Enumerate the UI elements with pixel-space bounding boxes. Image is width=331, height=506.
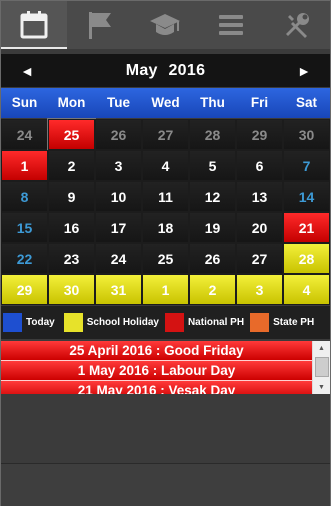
calendar-day[interactable]: 28 [189,119,236,150]
bottom-bar [1,463,330,506]
month-name: May [125,62,158,79]
calendar-day[interactable]: 26 [189,243,236,274]
calendar-day[interactable]: 3 [95,150,142,181]
legend-label: State PH [273,317,315,328]
scroll-up-icon[interactable]: ▲ [313,341,330,355]
tab-calendar[interactable] [1,1,67,49]
state-ph-swatch [250,313,270,332]
calendar-day[interactable]: 16 [48,212,95,243]
holiday-list-scrollbar[interactable]: ▲ ▼ [312,341,330,394]
calendar-day-school-holiday[interactable]: 3 [236,274,283,305]
calendar-grid: 24 25 26 27 28 29 30 1 2 3 4 5 6 7 8 9 1… [1,118,330,305]
calendar-day[interactable]: 11 [142,181,189,212]
month-header: ◄ May 2016 ► [1,54,330,87]
school-holiday-swatch [63,313,83,332]
calendar-day[interactable]: 25 [142,243,189,274]
legend-label: Today [26,317,55,328]
calendar-day-today[interactable]: 25 [47,118,96,151]
weekday-label: Sun [11,95,38,110]
graduation-cap-icon [150,14,181,35]
calendar-day[interactable]: 2 [48,150,95,181]
tab-tools[interactable] [264,1,330,49]
tab-menu[interactable] [198,1,264,49]
calendar-day[interactable]: 23 [48,243,95,274]
scroll-thumb[interactable] [315,357,329,377]
calendar-day-school-holiday[interactable]: 30 [48,274,95,305]
calendar-day[interactable]: 26 [95,119,142,150]
weekday-label: Fri [250,95,269,110]
calendar-day[interactable]: 7 [283,150,330,181]
national-ph-swatch [164,313,184,332]
calendar-day[interactable]: 8 [1,181,48,212]
calendar-day[interactable]: 19 [189,212,236,243]
calendar-day-school-holiday[interactable]: 4 [283,274,330,305]
weekday-label: Sat [295,95,317,110]
calendar-day[interactable]: 22 [1,243,48,274]
next-month-button[interactable]: ► [284,54,324,87]
year: 2016 [168,62,206,79]
holiday-item[interactable]: 25 April 2016 : Good Friday [1,341,312,361]
weekday-label: Wed [151,95,180,110]
app-frame: ◄ May 2016 ► Sun Mon Tue Wed Thu Fri Sat… [0,0,331,506]
calendar-day[interactable]: 5 [189,150,236,181]
legend-label: School Holiday [86,317,159,328]
calendar-day[interactable]: 9 [48,181,95,212]
weekday-label: Tue [107,95,130,110]
flag-icon [88,12,111,39]
calendar-day[interactable]: 27 [236,243,283,274]
calendar-day-school-holiday[interactable]: 29 [1,274,48,305]
today-swatch [3,313,22,332]
legend-national-ph: National PH [164,313,245,332]
tab-education[interactable] [133,1,199,49]
legend-school-holiday: School Holiday [63,313,159,332]
legend-label: National PH [187,317,245,328]
holiday-list[interactable]: 25 April 2016 : Good Friday 1 May 2016 :… [1,341,330,394]
holiday-item[interactable]: 1 May 2016 : Labour Day [1,361,312,381]
tab-flag[interactable] [67,1,133,49]
menu-icon [219,15,244,35]
calendar-day[interactable]: 12 [189,181,236,212]
calendar-day[interactable]: 13 [236,181,283,212]
tools-icon [286,13,310,38]
holiday-item[interactable]: 21 May 2016 : Vesak Day [1,381,312,394]
calendar-day[interactable]: 20 [236,212,283,243]
holiday-list-items: 25 April 2016 : Good Friday 1 May 2016 :… [1,341,312,394]
month-title: May 2016 [1,54,330,87]
calendar-day-school-holiday[interactable]: 2 [189,274,236,305]
calendar-icon [20,11,48,39]
scroll-down-icon[interactable]: ▼ [313,380,330,394]
calendar-day-national-ph[interactable]: 1 [1,150,48,181]
calendar-day[interactable]: 10 [95,181,142,212]
weekday-label: Mon [57,95,86,110]
tab-bar [1,1,330,49]
calendar-day[interactable]: 24 [95,243,142,274]
calendar-day-school-holiday[interactable]: 31 [95,274,142,305]
calendar-day[interactable]: 15 [1,212,48,243]
calendar-day[interactable]: 14 [283,181,330,212]
calendar-day[interactable]: 24 [1,119,48,150]
calendar-day-school-holiday[interactable]: 28 [283,243,330,274]
calendar-day[interactable]: 17 [95,212,142,243]
calendar-day[interactable]: 18 [142,212,189,243]
calendar-day[interactable]: 4 [142,150,189,181]
legend-state-ph: State PH [250,313,314,332]
calendar-day[interactable]: 29 [236,119,283,150]
calendar-day[interactable]: 27 [142,119,189,150]
calendar-day[interactable]: 30 [283,119,330,150]
legend: Today School Holiday National PH State P… [1,306,330,339]
calendar-day-national-ph[interactable]: 21 [283,212,330,243]
weekday-label: Thu [200,95,225,110]
calendar-day-school-holiday[interactable]: 1 [142,274,189,305]
calendar-day[interactable]: 6 [236,150,283,181]
legend-today: Today [3,313,55,332]
weekday-header: Sun Mon Tue Wed Thu Fri Sat [1,88,330,118]
